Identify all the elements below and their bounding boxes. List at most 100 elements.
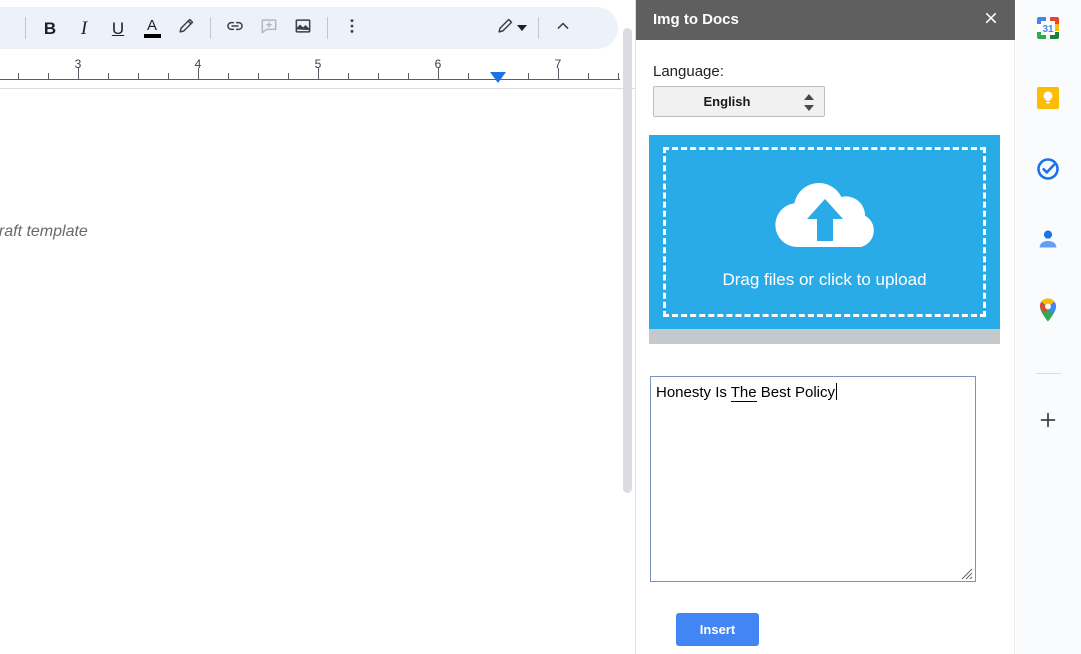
ruler-minor-tick [618, 73, 619, 79]
text-color-button[interactable]: A [135, 11, 169, 45]
right-indent-marker[interactable] [490, 72, 506, 83]
plus-icon [1037, 409, 1059, 436]
text-color-icon: A [144, 19, 161, 38]
underline-button[interactable]: U [101, 11, 135, 45]
ruler-baseline [0, 79, 620, 80]
get-addons-button[interactable] [1032, 406, 1064, 438]
ruler-minor-tick [48, 73, 49, 79]
cloud-upload-icon [769, 175, 881, 260]
ruler-minor-tick [528, 73, 529, 79]
hide-toolbar-button[interactable] [546, 11, 580, 45]
rail-item-maps[interactable] [1032, 296, 1064, 328]
google-maps-icon [1036, 297, 1060, 328]
addon-panel: Img to Docs Language: English [636, 0, 1015, 654]
dropzone-label: Drag files or click to upload [722, 270, 926, 290]
file-dropzone[interactable]: Drag files or click to upload [649, 135, 1000, 329]
ruler-number: 7 [555, 57, 562, 71]
chevron-up-icon [553, 16, 573, 41]
rail-item-calendar[interactable]: 31 [1032, 14, 1064, 46]
insert-button[interactable]: Insert [676, 613, 759, 646]
toolbar-container: B I U A [0, 0, 636, 57]
docs-editor-area: B I U A [0, 0, 636, 654]
rail-item-tasks[interactable] [1032, 155, 1064, 187]
stepper-down-icon [804, 105, 814, 111]
ruler-minor-tick [588, 73, 589, 79]
docs-window: B I U A [0, 0, 1081, 654]
highlight-color-button[interactable] [169, 11, 203, 45]
toolbar-divider [25, 17, 26, 39]
more-options-button[interactable] [335, 11, 369, 45]
add-comment-button[interactable] [252, 11, 286, 45]
ruler-number: 4 [195, 57, 202, 71]
document-vertical-scrollbar[interactable] [623, 28, 632, 493]
underline-button-label: U [112, 20, 124, 37]
image-icon [293, 16, 313, 41]
document-body-text: draft template [0, 223, 88, 241]
ocr-text-suffix: Best Policy [757, 384, 835, 401]
insert-link-button[interactable] [218, 11, 252, 45]
text-cursor [836, 383, 837, 400]
formatting-toolbar: B I U A [0, 7, 618, 49]
close-icon [983, 10, 999, 31]
ruler-minor-tick [18, 73, 19, 79]
ruler-number: 5 [315, 57, 322, 71]
addon-panel-body: Language: English Drag files or [636, 40, 1015, 654]
stepper-arrows-icon [804, 94, 814, 111]
document-ruler[interactable]: 3 4 5 6 7 [0, 57, 636, 90]
document-page[interactable]: draft template [0, 90, 620, 654]
language-select-value: English [654, 94, 824, 109]
ruler-minor-tick [408, 73, 409, 79]
insert-image-button[interactable] [286, 11, 320, 45]
close-panel-button[interactable] [979, 8, 1003, 32]
addon-panel-title: Img to Docs [653, 11, 739, 28]
google-tasks-icon [1035, 156, 1061, 187]
comment-plus-icon [259, 16, 279, 41]
toolbar-divider-2 [210, 17, 211, 39]
ruler-minor-tick [468, 73, 469, 79]
rail-divider [1036, 373, 1061, 374]
textarea-resize-handle[interactable] [961, 567, 973, 579]
svg-text:31: 31 [1042, 24, 1054, 35]
dropzone-inner: Drag files or click to upload [663, 147, 986, 317]
ruler-separator [0, 88, 636, 89]
ruler-minor-tick [228, 73, 229, 79]
link-icon [225, 16, 245, 41]
google-keep-icon [1035, 85, 1061, 116]
ruler-number: 3 [75, 57, 82, 71]
ruler-minor-tick [378, 73, 379, 79]
language-label: Language: [653, 63, 724, 80]
highlight-pen-icon [176, 16, 196, 41]
ruler-minor-tick [258, 73, 259, 79]
ocr-text-misspelled: The [731, 384, 757, 402]
chevron-down-icon [517, 25, 527, 31]
ruler-minor-tick [138, 73, 139, 79]
bold-button[interactable]: B [33, 11, 67, 45]
toolbar-divider-3 [327, 17, 328, 39]
language-select[interactable]: English [653, 86, 825, 117]
pencil-icon [495, 16, 515, 41]
bold-button-label: B [44, 20, 56, 37]
text-color-letter: A [147, 19, 157, 32]
stepper-up-icon [804, 94, 814, 100]
ruler-minor-tick [108, 73, 109, 79]
editing-mode-button[interactable] [491, 11, 531, 45]
ocr-result-textarea[interactable]: Honesty Is The Best Policy [650, 376, 976, 582]
ocr-result-text: Honesty Is The Best Policy [656, 383, 837, 401]
side-rail: 31 [1016, 0, 1081, 654]
addon-panel-header: Img to Docs [636, 0, 1015, 40]
three-dots-icon [342, 16, 362, 41]
ruler-minor-tick [168, 73, 169, 79]
google-calendar-icon: 31 [1035, 15, 1061, 46]
google-contacts-icon [1035, 226, 1061, 257]
ocr-text-prefix: Honesty Is [656, 384, 731, 401]
text-color-swatch [144, 34, 161, 38]
italic-button[interactable]: I [67, 11, 101, 45]
rail-item-keep[interactable] [1032, 84, 1064, 116]
rail-item-contacts[interactable] [1032, 225, 1064, 257]
ruler-number: 6 [435, 57, 442, 71]
upload-progress-bar [649, 329, 1000, 344]
ruler-minor-tick [288, 73, 289, 79]
italic-button-label: I [81, 19, 87, 38]
ruler-minor-tick [348, 73, 349, 79]
toolbar-divider-4 [538, 17, 539, 39]
